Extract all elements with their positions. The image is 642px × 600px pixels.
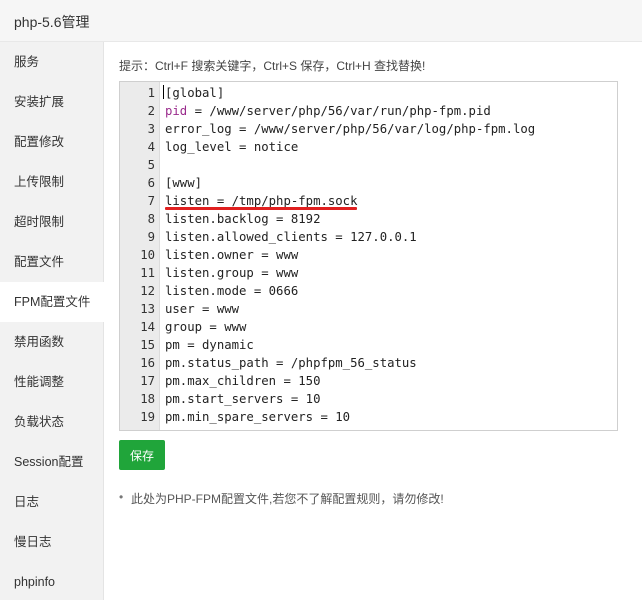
- line-text[interactable]: [global]: [165, 84, 224, 102]
- line-number: 14: [140, 320, 155, 334]
- save-button[interactable]: 保存: [119, 440, 165, 470]
- line-number: 1: [147, 86, 155, 100]
- line-text[interactable]: error_log = /www/server/php/56/var/log/p…: [165, 120, 535, 138]
- notes-list: 此处为PHP-FPM配置文件,若您不了解配置规则，请勿修改!: [119, 490, 444, 507]
- line-text[interactable]: log_level = notice: [165, 138, 298, 156]
- code-line[interactable]: 19 pm.min_spare_servers = 10: [120, 408, 617, 426]
- sidebar-item-config-file[interactable]: 配置文件: [0, 242, 103, 282]
- code-editor[interactable]: 1 [global] 2 pid = /www/server/php/56/var/…: [119, 81, 618, 431]
- sidebar-item-slow-logs[interactable]: 慢日志: [0, 522, 103, 562]
- line-text[interactable]: listen.backlog = 8192: [165, 210, 320, 228]
- line-number: 4: [147, 140, 155, 154]
- sidebar-item-config-edit[interactable]: 配置修改: [0, 122, 103, 162]
- code-line[interactable]: 17 pm.max_children = 150: [120, 372, 617, 390]
- line-text[interactable]: listen.group = www: [165, 264, 298, 282]
- sidebar-item-upload-limit[interactable]: 上传限制: [0, 162, 103, 202]
- line-text[interactable]: group = www: [165, 318, 246, 336]
- line-text[interactable]: [www]: [165, 174, 202, 192]
- line-number: 10: [140, 248, 155, 262]
- code-line[interactable]: 9 listen.allowed_clients = 127.0.0.1: [120, 228, 617, 246]
- line-number: 13: [140, 302, 155, 316]
- line-number: 2: [147, 104, 155, 118]
- window-titlebar: php-5.6管理: [0, 0, 642, 42]
- text-cursor: [163, 85, 164, 99]
- line-text[interactable]: pm.max_children = 150: [165, 372, 320, 390]
- line-text[interactable]: listen.owner = www: [165, 246, 298, 264]
- line-number: 3: [147, 122, 155, 136]
- line-number: 7: [147, 194, 155, 208]
- code-line[interactable]: 16 pm.status_path = /phpfpm_56_status: [120, 354, 617, 372]
- line-text-rest: = /www/server/php/56/var/run/php-fpm.pid: [187, 104, 491, 118]
- note-item: 此处为PHP-FPM配置文件,若您不了解配置规则，请勿修改!: [119, 490, 444, 507]
- line-number: 17: [140, 374, 155, 388]
- sidebar-item-session-config[interactable]: Session配置: [0, 442, 103, 482]
- code-line[interactable]: 11 listen.group = www: [120, 264, 617, 282]
- sidebar-item-service[interactable]: 服务: [0, 42, 103, 82]
- code-line[interactable]: 4 log_level = notice: [120, 138, 617, 156]
- sidebar: 服务 安装扩展 配置修改 上传限制 超时限制 配置文件 FPM配置文件 禁用函数…: [0, 42, 104, 600]
- line-number: 12: [140, 284, 155, 298]
- sidebar-item-disabled-functions[interactable]: 禁用函数: [0, 322, 103, 362]
- code-line[interactable]: 6 [www]: [120, 174, 617, 192]
- sidebar-item-fpm-config-file[interactable]: FPM配置文件: [0, 282, 104, 322]
- sidebar-item-phpinfo[interactable]: phpinfo: [0, 562, 103, 600]
- line-number: 19: [140, 410, 155, 424]
- code-line[interactable]: 12 listen.mode = 0666: [120, 282, 617, 300]
- code-line[interactable]: 14 group = www: [120, 318, 617, 336]
- line-number: 6: [147, 176, 155, 190]
- red-underline-annotation: [165, 207, 357, 210]
- line-text[interactable]: pm.start_servers = 10: [165, 390, 320, 408]
- line-text[interactable]: pm = dynamic: [165, 336, 254, 354]
- line-number: 18: [140, 392, 155, 406]
- line-number: 11: [140, 266, 155, 280]
- keyword-token: pid: [165, 104, 188, 118]
- line-text[interactable]: pm.min_spare_servers = 10: [165, 408, 350, 426]
- line-text[interactable]: user = www: [165, 300, 239, 318]
- shortcut-hint: 提示：Ctrl+F 搜索关键字，Ctrl+S 保存，Ctrl+H 查找替换!: [119, 59, 426, 73]
- code-lines[interactable]: 1 [global] 2 pid = /www/server/php/56/var/…: [120, 84, 617, 426]
- code-line[interactable]: 10 listen.owner = www: [120, 246, 617, 264]
- line-text[interactable]: pm.status_path = /phpfpm_56_status: [165, 354, 417, 372]
- window-title: php-5.6管理: [14, 14, 90, 30]
- code-line[interactable]: 13 user = www: [120, 300, 617, 318]
- sidebar-item-logs[interactable]: 日志: [0, 482, 103, 522]
- code-line[interactable]: 3 error_log = /www/server/php/56/var/log/…: [120, 120, 617, 138]
- main-panel: 提示：Ctrl+F 搜索关键字，Ctrl+S 保存，Ctrl+H 查找替换! 1…: [104, 42, 642, 600]
- line-text[interactable]: listen.allowed_clients = 127.0.0.1: [165, 228, 417, 246]
- code-line[interactable]: 5: [120, 156, 617, 174]
- code-line[interactable]: 1 [global]: [120, 84, 617, 102]
- line-number: 5: [147, 158, 155, 172]
- line-number: 9: [147, 230, 155, 244]
- sidebar-item-timeout-limit[interactable]: 超时限制: [0, 202, 103, 242]
- code-line[interactable]: 2 pid = /www/server/php/56/var/run/php-fp…: [120, 102, 617, 120]
- line-text[interactable]: listen.mode = 0666: [165, 282, 298, 300]
- code-line[interactable]: 18 pm.start_servers = 10: [120, 390, 617, 408]
- code-line[interactable]: 15 pm = dynamic: [120, 336, 617, 354]
- sidebar-item-performance-tuning[interactable]: 性能调整: [0, 362, 103, 402]
- line-text[interactable]: pid = /www/server/php/56/var/run/php-fpm…: [165, 102, 491, 120]
- code-line[interactable]: 8 listen.backlog = 8192: [120, 210, 617, 228]
- line-number: 8: [147, 212, 155, 226]
- sidebar-item-install-extensions[interactable]: 安装扩展: [0, 82, 103, 122]
- line-number: 16: [140, 356, 155, 370]
- line-number: 15: [140, 338, 155, 352]
- sidebar-item-load-status[interactable]: 负载状态: [0, 402, 103, 442]
